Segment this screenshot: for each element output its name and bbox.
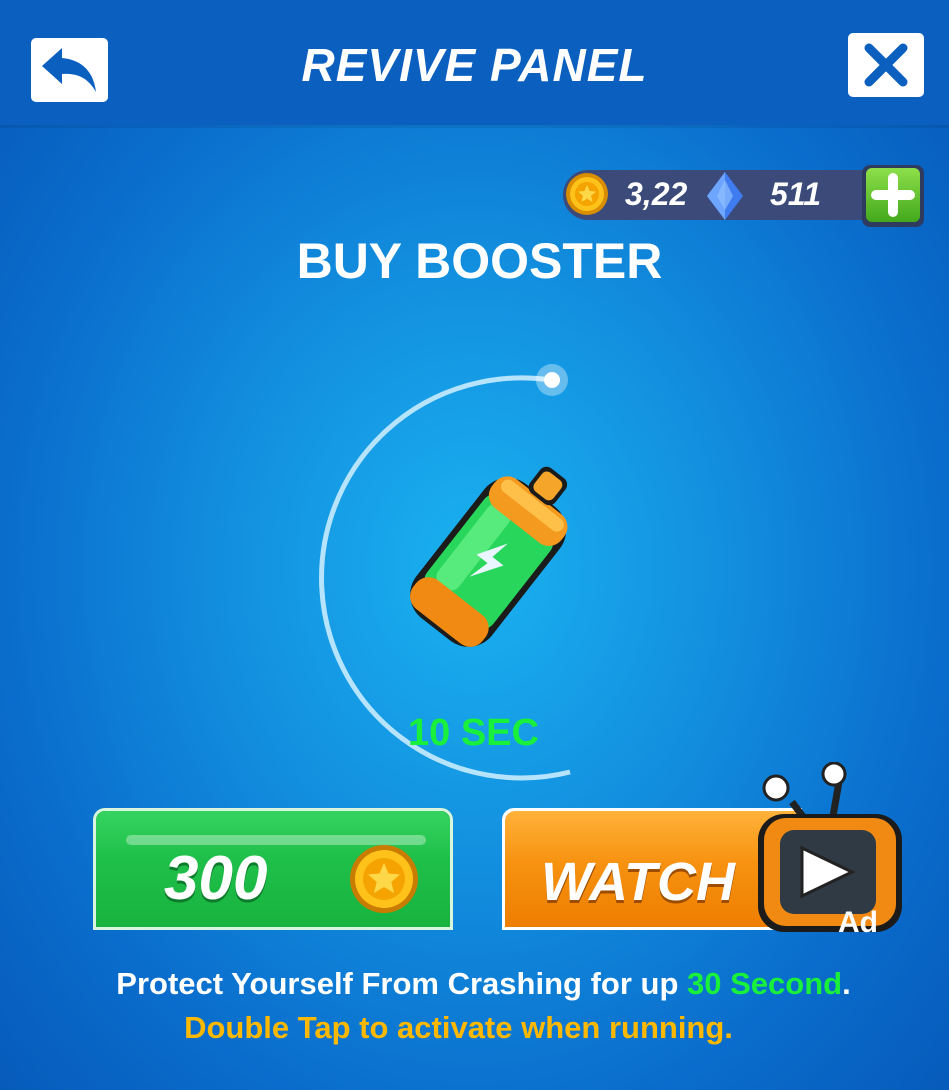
description-text: Protect Yourself From Crashing for up: [116, 966, 687, 1001]
ad-label: Ad: [838, 906, 878, 939]
booster-description: Protect Yourself From Crashing for up 30…: [0, 966, 949, 1002]
coin-icon: [566, 173, 608, 215]
battery-booster-icon: [410, 466, 568, 647]
add-currency-button[interactable]: [862, 165, 924, 227]
coin-icon: [350, 845, 418, 913]
gem-count: 511: [770, 176, 822, 212]
tv-ad-icon: [758, 762, 902, 932]
add-currency-face: [866, 168, 920, 222]
close-icon: [864, 43, 908, 87]
activation-hint: Double Tap to activate when running.: [184, 1010, 733, 1045]
buy-booster-heading: BUY BOOSTER: [296, 233, 663, 289]
watch-label: WATCH: [541, 852, 735, 912]
plus-icon: [871, 173, 915, 217]
booster-timer: 10 SEC: [408, 712, 539, 754]
duration-highlight: 30 Second: [687, 966, 843, 1001]
revive-panel: REVIVE PANEL 3,22 511 BUY BOOSTER 10 SEC…: [0, 0, 949, 1090]
close-button[interactable]: [848, 33, 924, 97]
gem-icon: [707, 172, 743, 220]
panel-title: REVIVE PANEL: [301, 39, 648, 91]
coin-count: 3,22: [625, 176, 688, 212]
buy-price: 300: [164, 844, 268, 913]
header-bar: REVIVE PANEL: [0, 0, 949, 125]
buy-button[interactable]: 300: [93, 808, 453, 930]
description-period: .: [842, 966, 851, 1001]
buy-button-face: 300: [96, 811, 450, 927]
